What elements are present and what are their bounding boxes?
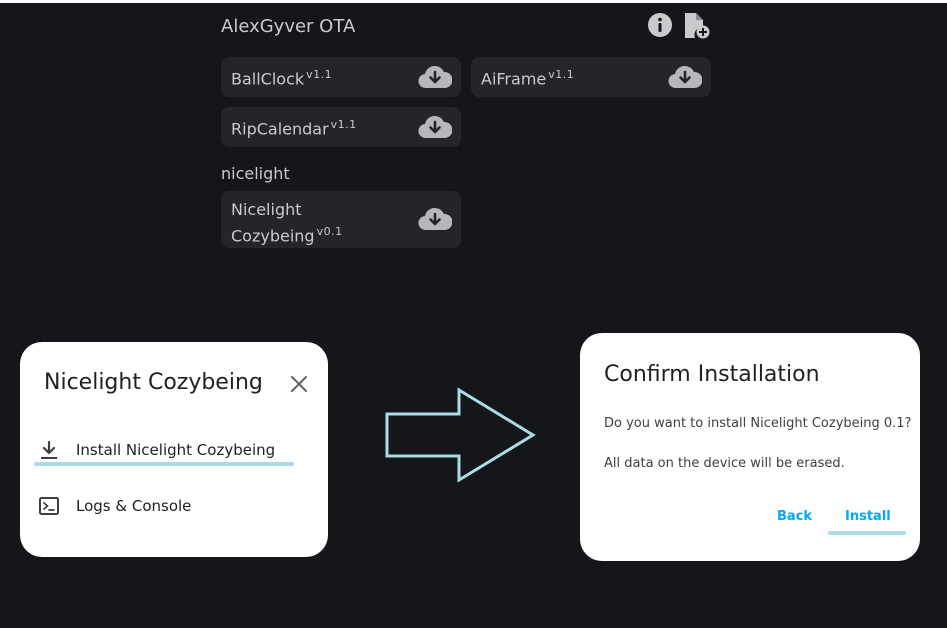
info-icon[interactable]	[647, 12, 675, 40]
project-version: v1.1	[330, 118, 357, 131]
project-version: v1.1	[306, 68, 333, 81]
highlight-underline	[34, 462, 294, 466]
project-menu-dialog: Nicelight Cozybeing Install Nicelight Co…	[20, 342, 328, 557]
download-icon	[38, 439, 60, 461]
project-name: BallClock v1.1	[231, 68, 333, 89]
app-title: AlexGyver OTA	[221, 16, 356, 37]
project-card-ballclock[interactable]: BallClock v1.1	[221, 57, 461, 97]
right-arrow-graphic	[384, 387, 538, 483]
erase-warning: All data on the device will be erased.	[604, 456, 845, 471]
highlight-underline	[828, 531, 906, 535]
cloud-download-icon[interactable]	[418, 64, 452, 90]
project-card-nicelight-cozybeing[interactable]: Nicelight Cozybeing v0.1	[221, 191, 461, 248]
confirm-installation-dialog: Confirm Installation Do you want to inst…	[580, 333, 920, 561]
back-button[interactable]: Back	[777, 509, 812, 524]
cloud-download-icon[interactable]	[418, 114, 452, 140]
cloud-download-icon[interactable]	[418, 206, 452, 232]
dialog-title: Nicelight Cozybeing	[44, 370, 263, 395]
project-card-ripcalendar[interactable]: RipCalendar v1.1	[221, 107, 461, 147]
project-name: RipCalendar v1.1	[231, 118, 357, 139]
cloud-download-icon[interactable]	[668, 64, 702, 90]
close-icon[interactable]	[288, 373, 310, 395]
install-button[interactable]: Install	[845, 509, 891, 524]
file-add-icon[interactable]	[682, 12, 710, 40]
top-border	[0, 0, 947, 3]
project-version: v1.1	[548, 68, 575, 81]
menu-item-label: Logs & Console	[76, 497, 192, 515]
dialog-title: Confirm Installation	[604, 362, 820, 387]
group-label: nicelight	[221, 164, 290, 183]
project-name: AiFrame v1.1	[481, 68, 575, 89]
project-card-aiframe[interactable]: AiFrame v1.1	[471, 57, 711, 97]
menu-item-label: Install Nicelight Cozybeing	[76, 441, 276, 459]
project-name: Nicelight Cozybeing v0.1	[231, 200, 343, 246]
project-version: v0.1	[316, 225, 343, 238]
logs-console-menu-item[interactable]: Logs & Console	[36, 488, 316, 524]
confirm-question: Do you want to install Nicelight Cozybei…	[604, 416, 912, 431]
terminal-icon	[38, 495, 60, 517]
